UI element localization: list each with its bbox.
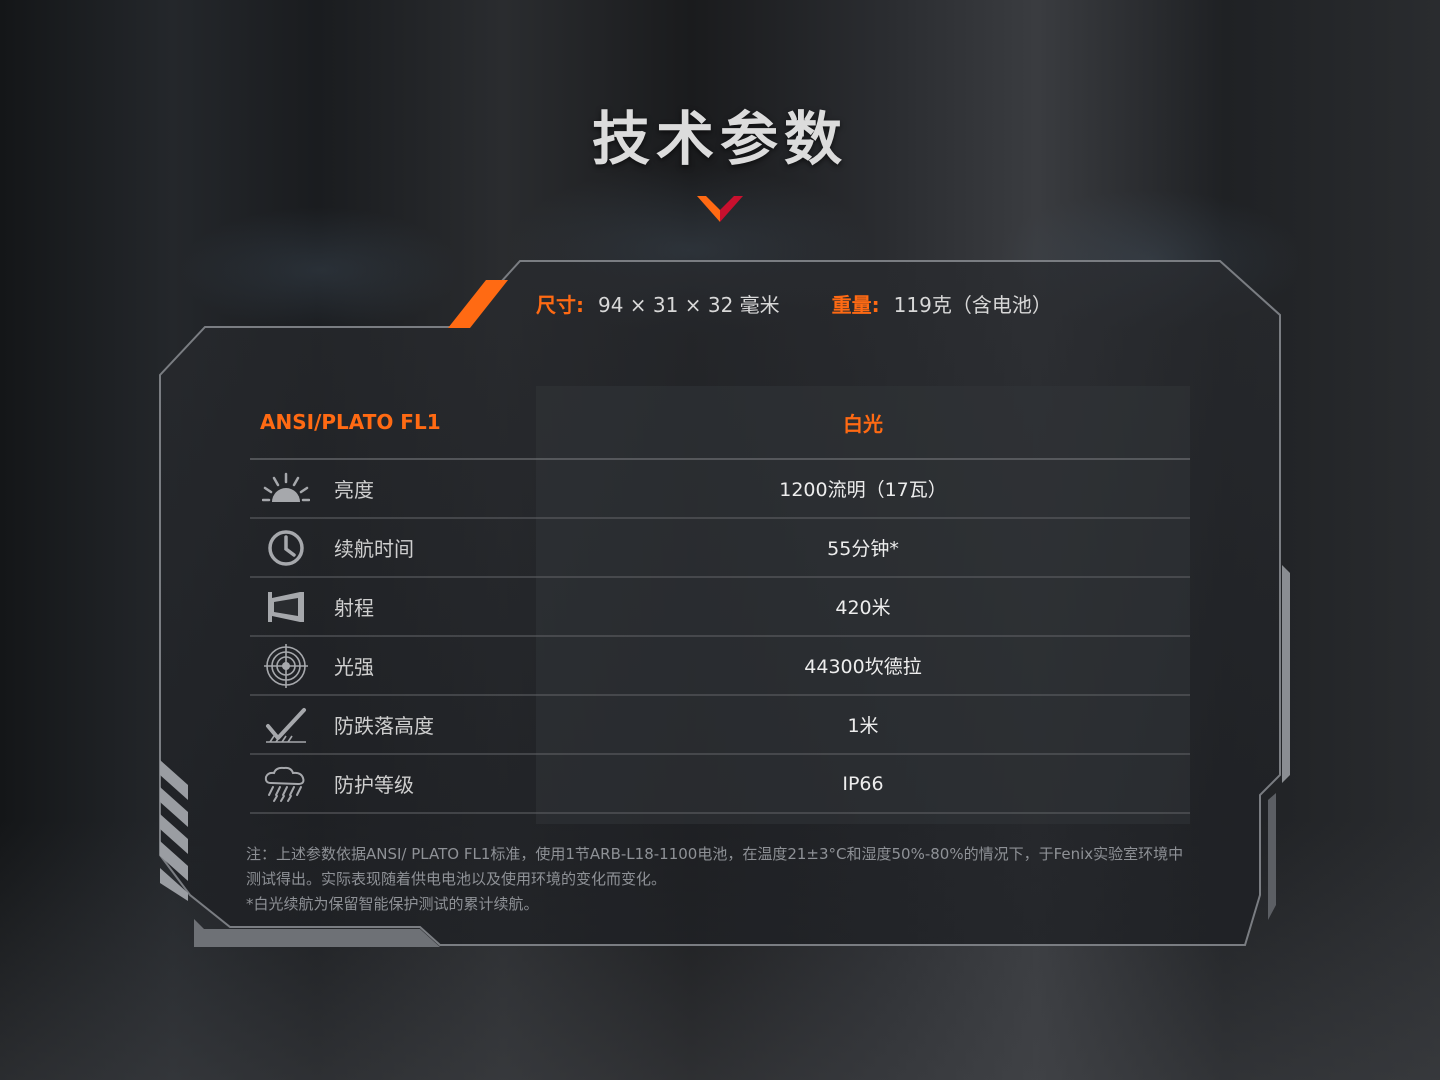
table-row: 防护等级 IP66 xyxy=(250,755,1190,814)
table-row: 射程 420米 xyxy=(250,578,1190,637)
weight-value: 119克（含电池） xyxy=(893,292,1052,317)
spec-table: ANSI/PLATO FL1 白光 亮度 1200流明（17瓦） 续航时间 55… xyxy=(250,386,1190,814)
row-label: 防跌落高度 xyxy=(334,714,434,738)
row-value: 1米 xyxy=(847,715,879,737)
footnote-line: 测试得出。实际表现随着供电电池以及使用环境的变化而变化。 xyxy=(246,870,667,888)
spec-meta-row: 尺寸: 94 × 31 × 32 毫米 重量: 119克（含电池） xyxy=(536,288,1052,318)
row-label: 光强 xyxy=(334,655,374,679)
row-label: 续航时间 xyxy=(334,537,414,561)
page-title: 技术参数 xyxy=(591,105,848,173)
rain-cloud-icon xyxy=(262,764,310,804)
impact-resistance-icon xyxy=(262,705,310,745)
footnote-line: 注：上述参数依据ANSI/ PLATO FL1标准，使用1节ARB-L18-11… xyxy=(246,845,1184,863)
row-value: IP66 xyxy=(842,772,884,795)
orange-accent-tab xyxy=(448,280,508,328)
standard-header: ANSI/PLATO FL1 xyxy=(260,410,441,434)
row-value: 55分钟* xyxy=(827,538,899,560)
row-value: 44300坎德拉 xyxy=(804,656,922,678)
clock-icon xyxy=(262,528,310,568)
row-value: 420米 xyxy=(835,597,891,619)
table-row: 亮度 1200流明（17瓦） xyxy=(250,460,1190,519)
footnote: 注：上述参数依据ANSI/ PLATO FL1标准，使用1节ARB-L18-11… xyxy=(246,842,1226,917)
row-label: 防护等级 xyxy=(334,773,414,797)
row-label: 射程 xyxy=(334,596,374,620)
brightness-icon xyxy=(262,469,310,509)
target-icon xyxy=(262,643,310,688)
table-row: 防跌落高度 1米 xyxy=(250,696,1190,755)
chevron-down-icon xyxy=(697,196,743,222)
row-label: 亮度 xyxy=(334,478,374,502)
table-row: 续航时间 55分钟* xyxy=(250,519,1190,578)
table-header: ANSI/PLATO FL1 白光 xyxy=(250,386,1190,460)
mode-header: 白光 xyxy=(843,411,883,436)
footnote-line: *白光续航为保留智能保护测试的累计续航。 xyxy=(246,895,539,913)
row-value: 1200流明（17瓦） xyxy=(779,479,947,501)
weight-label: 重量: xyxy=(831,292,880,317)
table-row: 光强 44300坎德拉 xyxy=(250,637,1190,696)
size-value: 94 × 31 × 32 毫米 xyxy=(598,292,780,317)
size-label: 尺寸: xyxy=(536,292,584,317)
beam-distance-icon xyxy=(262,587,310,627)
